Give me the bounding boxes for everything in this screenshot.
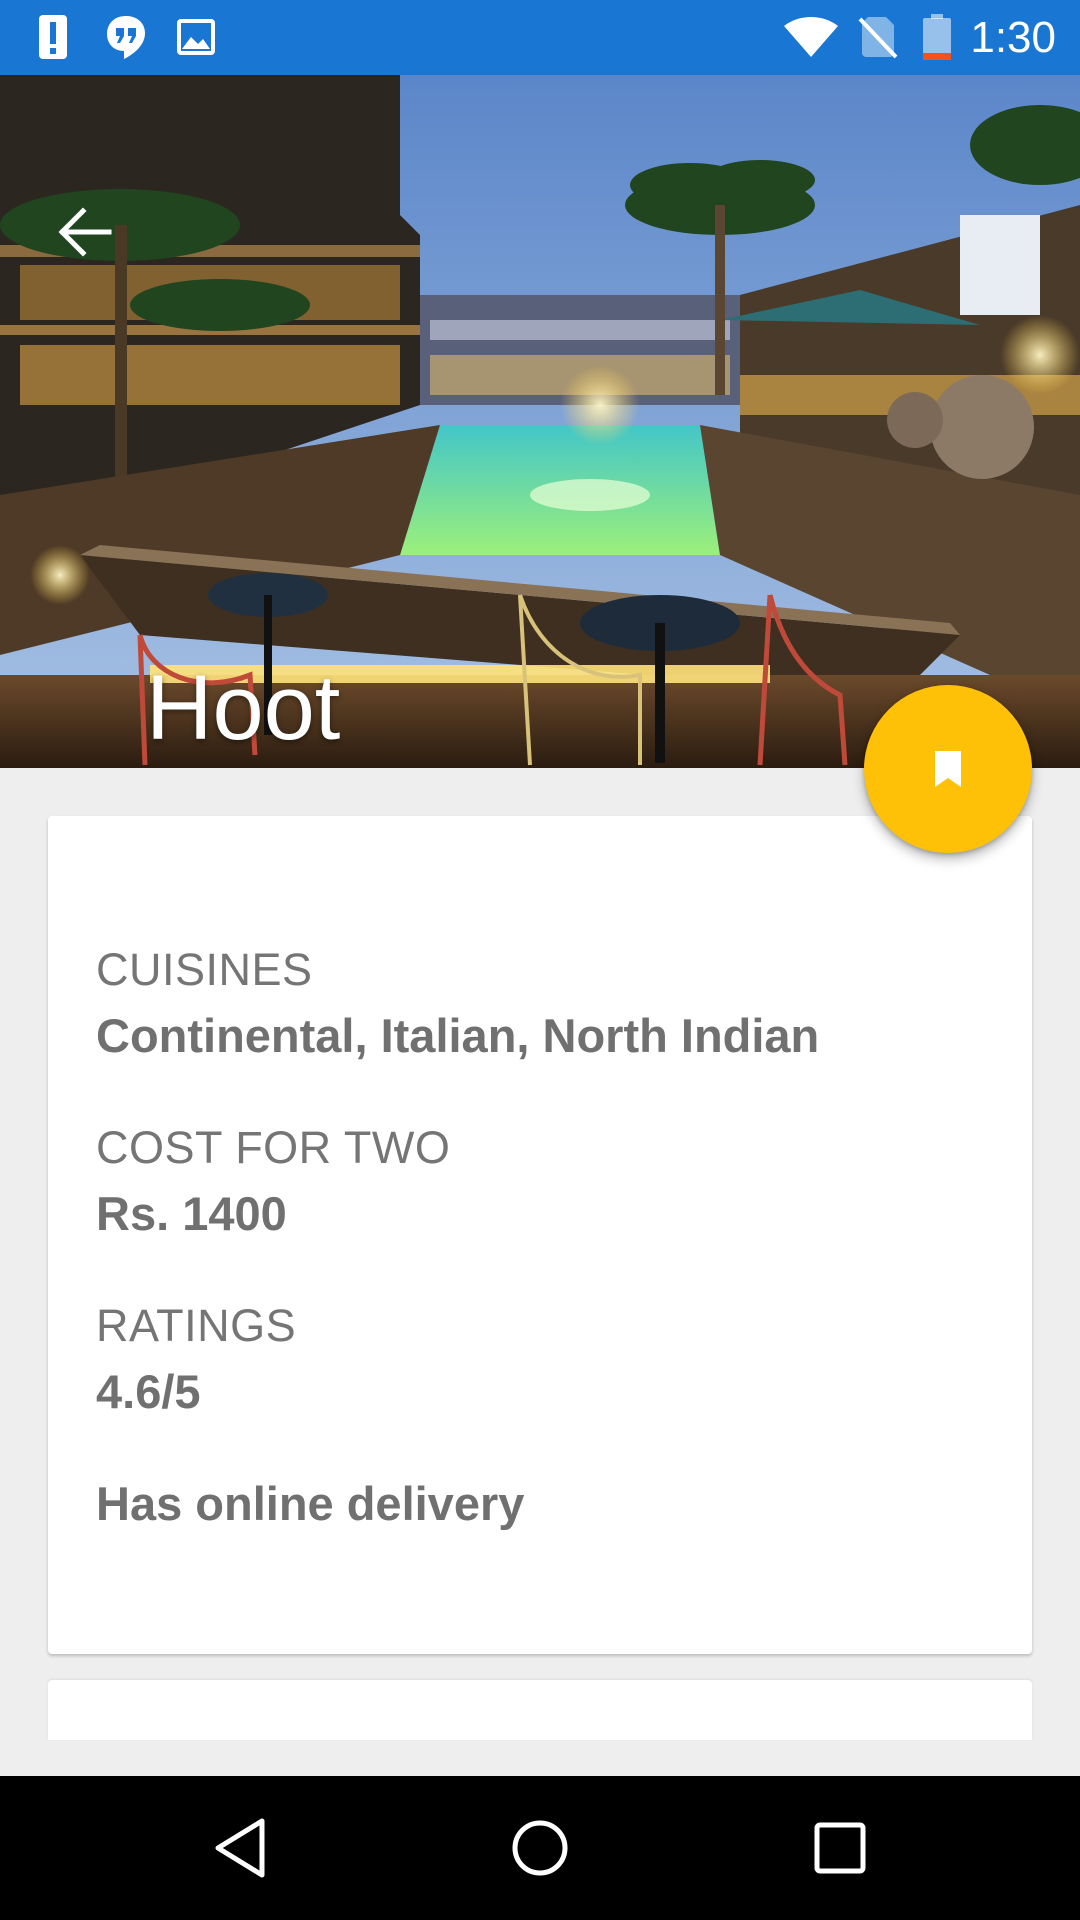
wifi-icon — [784, 17, 838, 57]
home-nav-icon — [512, 1820, 568, 1876]
ratings-value: 4.6/5 — [96, 1365, 201, 1418]
navigation-bar — [0, 1776, 1080, 1920]
recents-nav-icon — [814, 1822, 866, 1874]
restaurant-info-card: CUISINES Continental, Italian, North Ind… — [48, 816, 1032, 1654]
recents-nav-button[interactable] — [792, 1806, 888, 1890]
cost-for-two-value: Rs. 1400 — [96, 1187, 287, 1240]
status-time: 1:30 — [970, 13, 1056, 62]
online-delivery-text: Has online delivery — [96, 1477, 525, 1530]
back-button[interactable] — [40, 187, 130, 277]
arrow-back-icon — [58, 207, 112, 257]
home-nav-button[interactable] — [492, 1806, 588, 1890]
secondary-card — [48, 1680, 1032, 1740]
battery-low-icon — [923, 14, 951, 60]
cuisines-label: CUISINES — [96, 944, 313, 995]
ratings-label: RATINGS — [96, 1300, 297, 1351]
bookmark-fab-button[interactable] — [864, 685, 1032, 853]
restaurant-header-image: Hoot — [0, 75, 1080, 768]
restaurant-title: Hoot — [146, 657, 341, 759]
status-bar: 1:30 — [0, 0, 1080, 75]
cuisines-value: Continental, Italian, North Indian — [96, 1009, 820, 1062]
back-nav-icon — [215, 1818, 265, 1878]
bookmark-icon — [935, 751, 961, 787]
alert-notification-icon — [39, 15, 67, 59]
hangouts-icon — [107, 16, 145, 59]
no-sim-icon — [858, 17, 898, 59]
cost-for-two-label: COST FOR TWO — [96, 1122, 451, 1173]
image-notification-icon — [177, 19, 215, 55]
back-nav-button[interactable] — [192, 1806, 288, 1890]
restaurant-detail-screen: 1:30 Hoot CUISINES Continental, Italian,… — [0, 0, 1080, 1920]
